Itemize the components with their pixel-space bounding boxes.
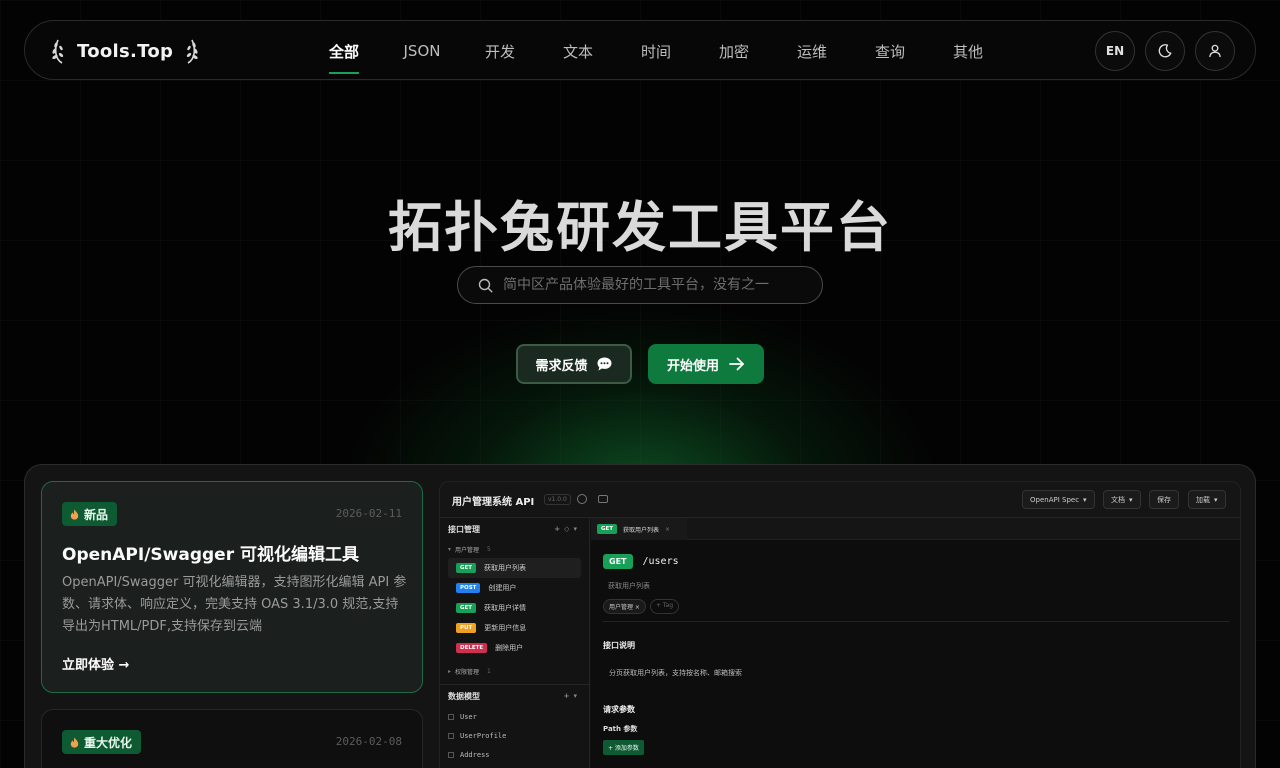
endpoint-item[interactable]: GET 获取用户列表 [448, 558, 581, 578]
language-button[interactable]: EN [1095, 31, 1135, 71]
card-date: 2026-02-11 [335, 507, 402, 520]
endpoint-item[interactable]: POST 创建用户 [448, 578, 581, 598]
search-box[interactable] [457, 266, 823, 304]
user-icon [1209, 44, 1221, 58]
models-actions[interactable]: +▾ [564, 692, 581, 700]
start-button[interactable]: 开始使用 [648, 344, 764, 384]
models-header: 数据模型 +▾ [448, 691, 581, 701]
endpoint-item[interactable]: GET 获取用户详情 [448, 598, 581, 618]
feedback-button[interactable]: 需求反馈 [516, 344, 632, 384]
sidebar-header: 接口管理 +◇▾ [448, 524, 581, 534]
model-item[interactable]: UserProfile [440, 726, 589, 745]
preview-toolbar: 用户管理系统 API v1.0.0 OpenAPI Spec ▾ 文档 ▾ 保存 加… [440, 482, 1240, 518]
method-badge[interactable]: GET [603, 554, 633, 569]
tag-chip[interactable]: 用户管理 × [603, 599, 646, 614]
tab-ops[interactable]: 运维 [773, 21, 851, 81]
group-permission-management[interactable]: ▸ 权限管理 1 [440, 662, 589, 680]
arrow-right-icon [729, 357, 744, 371]
openapi-spec-button[interactable]: OpenAPI Spec ▾ [1022, 490, 1095, 509]
tag-row: 用户管理 × + Tag [603, 599, 680, 614]
badge-label: 重大优化 [84, 735, 133, 750]
moon-icon [1158, 44, 1172, 58]
search-icon [478, 278, 493, 293]
tab-time[interactable]: 时间 [617, 21, 695, 81]
tab-dev[interactable]: 开发 [461, 21, 539, 81]
monitor-icon [598, 495, 608, 503]
card-description: OpenAPI/Swagger 可视化编辑器，支持图形化编辑 API 参数、请求… [62, 575, 407, 634]
fire-icon [70, 509, 79, 520]
try-now-link[interactable]: 立即体验 → [62, 654, 129, 673]
logo[interactable]: Tools.Top [51, 36, 199, 66]
feedback-button-label: 需求反馈 [535, 358, 588, 374]
endpoint-item[interactable]: DELETE 删除用户 [448, 638, 581, 658]
docs-button[interactable]: 文档 ▾ [1103, 490, 1141, 509]
endpoint-description[interactable]: 分页获取用户列表，支持按名称、邮箱搜索 [609, 668, 742, 678]
endpoint-path-row: GET /users [603, 554, 679, 569]
search-input[interactable] [503, 277, 793, 293]
params-title: 请求参数 [603, 705, 635, 714]
add-tag-button[interactable]: + Tag [649, 599, 680, 614]
logo-text: Tools.Top [77, 40, 174, 62]
path-params-title: Path 参数 [603, 725, 638, 733]
tab-crypto[interactable]: 加密 [695, 21, 773, 81]
info-icon [577, 494, 587, 504]
user-button[interactable] [1195, 31, 1235, 71]
news-card[interactable]: 重大优化 2026-02-08 [41, 709, 423, 768]
preview-sidebar: 接口管理 +◇▾ ▾ 用户管理 5 GET 获取用户列表 POST 创建用户 GET 获取… [440, 518, 590, 768]
card-title: OpenAPI/Swagger 可视化编辑工具 [62, 545, 359, 565]
start-button-label: 开始使用 [666, 358, 719, 374]
tab-json[interactable]: JSON [383, 21, 461, 81]
fire-icon [70, 737, 79, 748]
nav-actions: EN [1095, 31, 1235, 71]
close-icon: × [665, 525, 671, 533]
section-divider [603, 621, 1229, 622]
new-badge: 新品 [62, 502, 118, 526]
tab-text[interactable]: 文本 [539, 21, 617, 81]
description-title: 接口说明 [603, 641, 635, 650]
open-endpoint-tab[interactable]: GET 获取用户列表 × [591, 518, 687, 540]
chat-bubble-icon [597, 357, 611, 371]
card-date: 2026-02-08 [335, 735, 402, 748]
hero-title: 拓扑兔研发工具平台 [388, 196, 892, 259]
app-preview: 用户管理系统 API v1.0.0 OpenAPI Spec ▾ 文档 ▾ 保存 加… [439, 481, 1241, 768]
load-button[interactable]: 加载 ▾ [1188, 490, 1226, 509]
endpoint-path[interactable]: /users [643, 556, 679, 567]
tab-all[interactable]: 全部 [305, 21, 383, 81]
laurel-right-icon [187, 39, 198, 64]
version-badge: v1.0.0 [544, 494, 571, 505]
tab-query[interactable]: 查询 [851, 21, 929, 81]
showcase-panel: 新品 2026-02-11 OpenAPI/Swagger 可视化编辑工具 Op… [24, 464, 1256, 768]
top-navbar: Tools.Top 全部 JSON 开发 文本 时间 加密 运维 查询 其他 E… [24, 20, 1256, 80]
optimization-badge: 重大优化 [62, 730, 142, 754]
save-button[interactable]: 保存 [1149, 490, 1179, 509]
preview-main: GET 获取用户列表 × GET /users 获取用户列表 用户管理 × + … [591, 518, 1240, 768]
model-item[interactable]: Address [440, 745, 589, 764]
endpoint-summary[interactable]: 获取用户列表 [608, 581, 650, 591]
category-tabs: 全部 JSON 开发 文本 时间 加密 运维 查询 其他 [305, 21, 1007, 81]
open-tabs-bar [591, 518, 1240, 540]
add-param-button[interactable]: + 添加参数 [603, 740, 644, 755]
badge-label: 新品 [84, 507, 109, 522]
preview-app-title: 用户管理系统 API [452, 497, 535, 508]
news-card[interactable]: 新品 2026-02-11 OpenAPI/Swagger 可视化编辑工具 Op… [41, 481, 423, 693]
group-user-management[interactable]: ▾ 用户管理 5 [440, 540, 589, 558]
model-item[interactable]: User [440, 707, 589, 726]
sidebar-actions[interactable]: +◇▾ [554, 525, 581, 533]
endpoint-item[interactable]: PUT 更新用户信息 [448, 618, 581, 638]
theme-toggle-button[interactable] [1145, 31, 1185, 71]
laurel-left-icon [52, 39, 64, 64]
tab-other[interactable]: 其他 [929, 21, 1007, 81]
